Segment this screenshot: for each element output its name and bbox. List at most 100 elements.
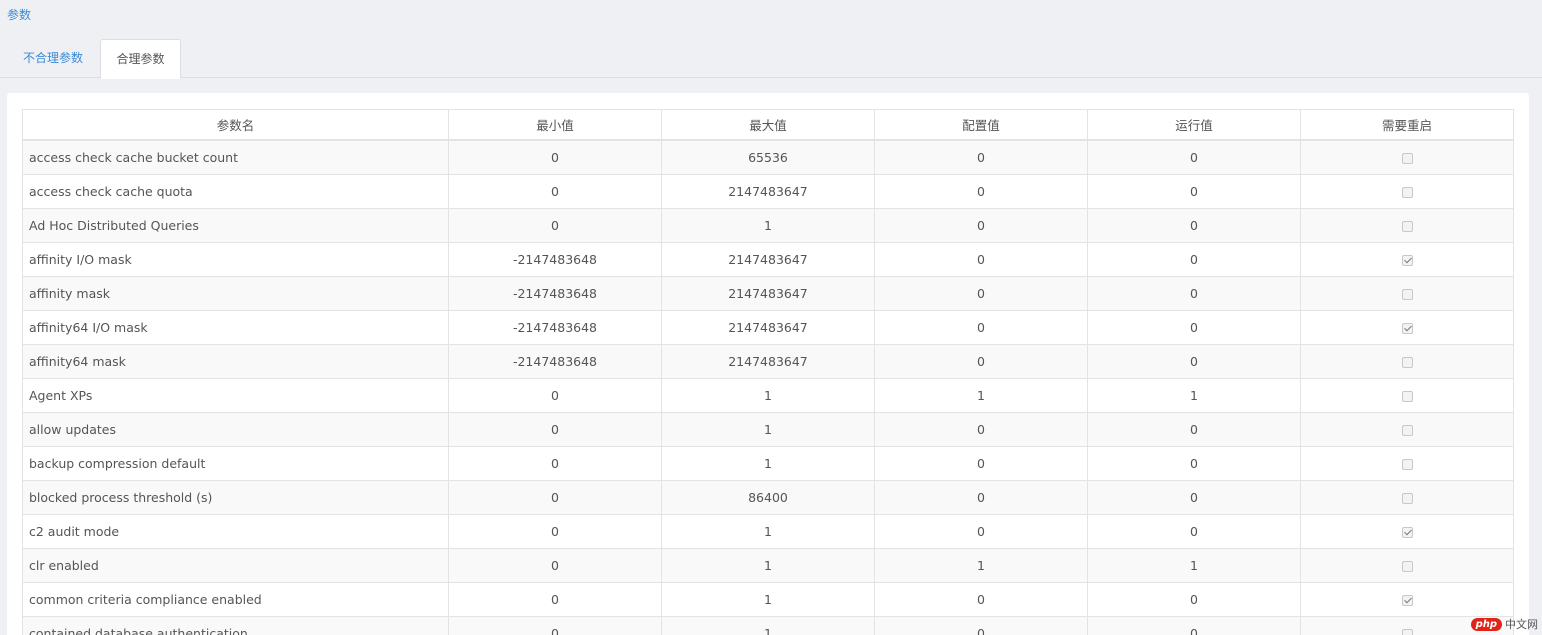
cell-max-value: 1	[661, 446, 875, 481]
cell-config-value: 0	[874, 242, 1088, 277]
restart-checkbox[interactable]	[1401, 153, 1413, 164]
cell-max-value: 2147483647	[661, 174, 875, 209]
tab-bar: 不合理参数 合理参数	[0, 39, 1542, 79]
cell-restart	[1300, 446, 1514, 481]
cell-min-value: 0	[448, 480, 662, 515]
cell-run-value: 0	[1087, 344, 1301, 379]
restart-checkbox-checked[interactable]	[1401, 527, 1413, 538]
table-header-row: 参数名 最小值 最大值 配置值 运行值 需要重启	[22, 109, 1514, 141]
cell-restart	[1300, 310, 1514, 345]
cell-param-name: blocked process threshold (s)	[22, 480, 449, 515]
restart-checkbox[interactable]	[1401, 391, 1413, 402]
cell-min-value: 0	[448, 616, 662, 635]
cell-max-value: 1	[661, 208, 875, 243]
table-row: affinity I/O mask -2147483648 2147483647 0 0	[22, 242, 1514, 277]
page-title: 参数	[7, 8, 32, 22]
table-row: c2 audit mode 0 1 0 0	[22, 514, 1514, 549]
cell-run-value: 0	[1087, 412, 1301, 447]
cell-run-value: 0	[1087, 480, 1301, 515]
restart-checkbox[interactable]	[1401, 561, 1413, 572]
cell-max-value: 1	[661, 378, 875, 413]
restart-checkbox[interactable]	[1401, 459, 1413, 470]
cell-min-value: 0	[448, 139, 662, 175]
cell-restart	[1300, 378, 1514, 413]
cell-config-value: 0	[874, 514, 1088, 549]
cell-param-name: affinity64 I/O mask	[22, 310, 449, 345]
cell-config-value: 0	[874, 480, 1088, 515]
cell-config-value: 0	[874, 412, 1088, 447]
cell-restart	[1300, 344, 1514, 379]
php-logo: php	[1470, 617, 1502, 631]
table-row: blocked process threshold (s) 0 86400 0 0	[22, 480, 1514, 515]
cell-restart	[1300, 582, 1514, 617]
cell-run-value: 1	[1087, 548, 1301, 583]
cell-param-name: clr enabled	[22, 548, 449, 583]
cell-config-value: 0	[874, 446, 1088, 481]
params-table: 参数名 最小值 最大值 配置值 运行值 需要重启 access check ca…	[22, 109, 1514, 635]
cell-restart	[1300, 514, 1514, 549]
cell-param-name: common criteria compliance enabled	[22, 582, 449, 617]
cell-min-value: -2147483648	[448, 276, 662, 311]
column-header-max[interactable]: 最大值	[661, 109, 875, 141]
cell-min-value: 0	[448, 174, 662, 209]
cell-min-value: 0	[448, 548, 662, 583]
table-row: clr enabled 0 1 1 1	[22, 548, 1514, 583]
column-header-run[interactable]: 运行值	[1087, 109, 1301, 141]
cell-restart	[1300, 412, 1514, 447]
restart-checkbox[interactable]	[1401, 357, 1413, 368]
column-header-config[interactable]: 配置值	[874, 109, 1088, 141]
restart-checkbox-checked[interactable]	[1401, 595, 1413, 606]
column-header-name[interactable]: 参数名	[22, 109, 449, 141]
table-row: Agent XPs 0 1 1 1	[22, 378, 1514, 413]
page: 参数 不合理参数 合理参数 参数名 最小值 最大值 配置值 运行值 需要重启 a…	[0, 0, 1542, 635]
cell-run-value: 0	[1087, 310, 1301, 345]
cell-run-value: 0	[1087, 582, 1301, 617]
cell-restart	[1300, 480, 1514, 515]
cell-config-value: 0	[874, 276, 1088, 311]
cell-config-value: 1	[874, 548, 1088, 583]
column-header-restart[interactable]: 需要重启	[1300, 109, 1514, 141]
cell-run-value: 0	[1087, 242, 1301, 277]
tab-unreasonable-params[interactable]: 不合理参数	[7, 39, 99, 77]
restart-checkbox-checked[interactable]	[1401, 255, 1413, 266]
table-body: access check cache bucket count 0 65536 0 0 a…	[22, 139, 1514, 635]
cell-param-name: contained database authentication	[22, 616, 449, 635]
table-row: contained database authentication 0 1 0 0	[22, 616, 1514, 635]
cell-min-value: 0	[448, 412, 662, 447]
cell-max-value: 2147483647	[661, 276, 875, 311]
cell-run-value: 0	[1087, 514, 1301, 549]
watermark: php 中文网	[1470, 616, 1538, 632]
cell-param-name: Ad Hoc Distributed Queries	[22, 208, 449, 243]
tab-reasonable-params[interactable]: 合理参数	[100, 39, 181, 79]
cell-min-value: 0	[448, 582, 662, 617]
restart-checkbox[interactable]	[1401, 425, 1413, 436]
column-header-min[interactable]: 最小值	[448, 109, 662, 141]
cell-config-value: 0	[874, 616, 1088, 635]
restart-checkbox[interactable]	[1401, 221, 1413, 232]
cell-param-name: affinity I/O mask	[22, 242, 449, 277]
cell-run-value: 0	[1087, 208, 1301, 243]
table-row: affinity64 I/O mask -2147483648 2147483647…	[22, 310, 1514, 345]
table-row: affinity mask -2147483648 2147483647 0 0	[22, 276, 1514, 311]
cell-run-value: 0	[1087, 446, 1301, 481]
cell-param-name: backup compression default	[22, 446, 449, 481]
cell-run-value: 0	[1087, 276, 1301, 311]
restart-checkbox-checked[interactable]	[1401, 323, 1413, 334]
restart-checkbox[interactable]	[1401, 493, 1413, 504]
cell-max-value: 1	[661, 548, 875, 583]
cell-max-value: 2147483647	[661, 344, 875, 379]
restart-checkbox[interactable]	[1401, 187, 1413, 198]
cell-config-value: 1	[874, 378, 1088, 413]
cell-max-value: 1	[661, 616, 875, 635]
cell-config-value: 0	[874, 344, 1088, 379]
cell-restart	[1300, 174, 1514, 209]
table-row: backup compression default 0 1 0 0	[22, 446, 1514, 481]
params-panel: 参数名 最小值 最大值 配置值 运行值 需要重启 access check ca…	[7, 93, 1529, 635]
table-row: affinity64 mask -2147483648 2147483647 0 0	[22, 344, 1514, 379]
cell-run-value: 0	[1087, 139, 1301, 175]
cell-max-value: 1	[661, 412, 875, 447]
cell-run-value: 1	[1087, 378, 1301, 413]
restart-checkbox[interactable]	[1401, 289, 1413, 300]
restart-checkbox[interactable]	[1401, 629, 1413, 635]
cell-config-value: 0	[874, 208, 1088, 243]
